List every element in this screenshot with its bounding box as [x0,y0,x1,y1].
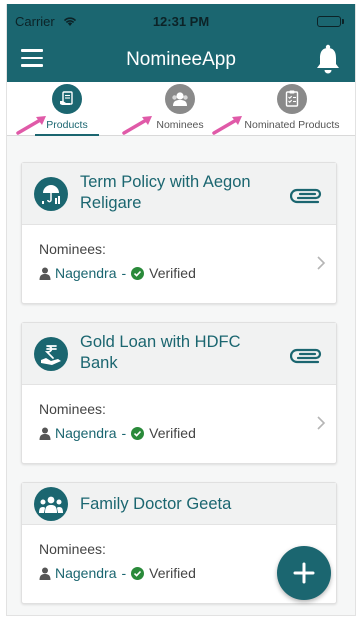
nominees-icon [165,84,195,114]
tab-nominated-products[interactable]: Nominated Products [237,82,347,136]
card-header[interactable]: Family Doctor Geeta [22,483,336,525]
add-button[interactable] [277,546,331,600]
annotation-arrow-icon [212,116,242,135]
nominee-separator: - [121,265,127,281]
nominee-name: Nagendra [55,565,117,581]
tab-nominees[interactable]: Nominees [147,82,213,136]
annotation-arrow-icon [122,116,152,135]
nominee-entry: Nagendra - Verified [39,265,196,281]
nominee-separator: - [121,425,127,441]
verified-check-icon [131,426,145,440]
nominee-name: Nagendra [55,425,117,441]
verified-check-icon [131,566,145,580]
nominee-entry: Nagendra - Verified [39,425,196,441]
verified-status: Verified [149,425,196,441]
app-title: NomineeApp [126,49,236,70]
card-header[interactable]: Gold Loan with HDFC Bank [22,323,336,385]
tab-nominated-products-label: Nominated Products [244,119,340,131]
app-bar: NomineeApp [7,36,355,82]
person-icon [39,427,51,440]
nominee-entry: Nagendra - Verified [39,565,196,581]
battery-icon [317,16,344,27]
doctor-group-icon [34,487,68,521]
person-icon [39,267,51,280]
nominated-products-icon [277,84,307,114]
rupee-hand-icon [34,337,68,371]
nominee-separator: - [121,565,127,581]
verified-status: Verified [149,565,196,581]
status-bar: Carrier 12:31 PM [7,4,355,36]
verified-check-icon [131,266,145,280]
app-screen: Carrier 12:31 PM NomineeApp Products Nom… [6,4,356,616]
card-header[interactable]: Term Policy with Aegon Religare [22,163,336,225]
card-title: Family Doctor Geeta [80,495,232,513]
product-card: Term Policy with Aegon Religare Nominees… [21,162,337,304]
nominees-label: Nominees: [39,401,106,417]
tab-nominees-label: Nominees [156,119,204,131]
products-icon [52,84,82,114]
card-title: Gold Loan with HDFC Bank [80,333,241,372]
person-icon [39,567,51,580]
umbrella-icon [34,177,68,211]
paperclip-icon[interactable] [289,184,324,204]
plus-icon [293,562,315,584]
nominees-label: Nominees: [39,241,106,257]
chevron-right-icon [317,256,326,270]
verified-status: Verified [149,265,196,281]
clock-time: 12:31 PM [152,14,210,29]
card-title: Term Policy with Aegon Religare [80,173,251,212]
tab-bar: Products Nominees Nominated Products [7,82,355,136]
card-nominees-row[interactable]: Nominees: Nagendra - Verified [22,225,336,303]
product-card: Gold Loan with HDFC Bank Nominees: Nagen… [21,322,337,464]
chevron-right-icon [317,416,326,430]
annotation-arrow-icon [16,116,46,135]
notification-bell-icon[interactable] [315,44,341,74]
paperclip-icon[interactable] [289,344,324,364]
card-nominees-row[interactable]: Nominees: Nagendra - Verified [22,385,336,463]
nominees-label: Nominees: [39,541,106,557]
nominee-name: Nagendra [55,265,117,281]
